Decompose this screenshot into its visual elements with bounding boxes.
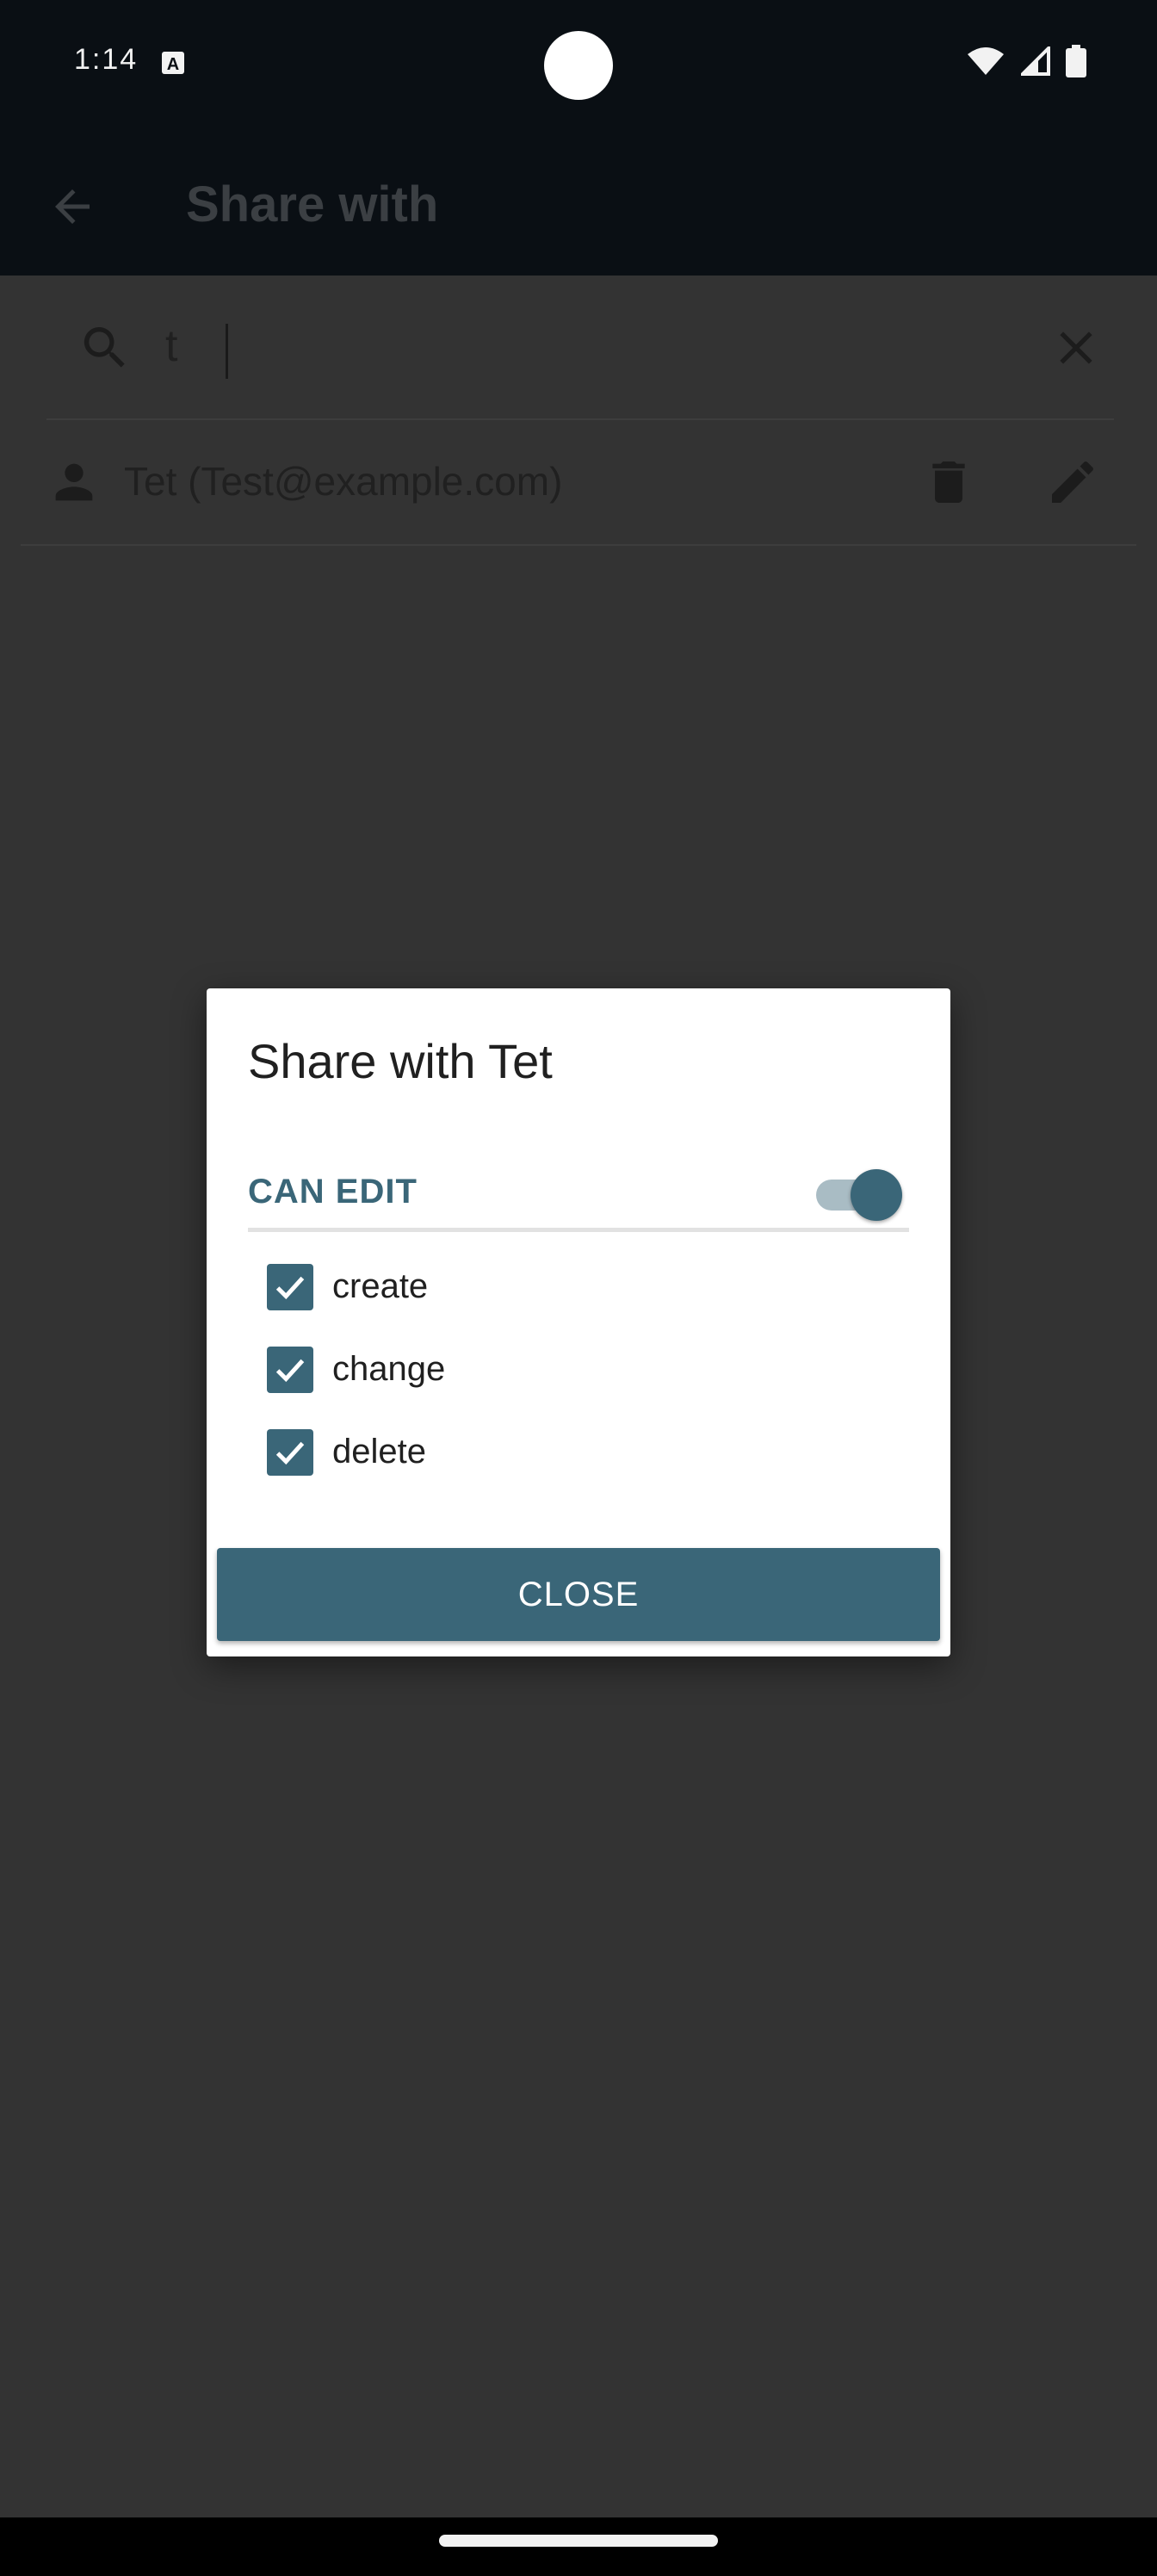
search-bar[interactable]: t	[46, 276, 1114, 420]
dialog-title: Share with Tet	[248, 1034, 553, 1088]
person-icon	[55, 463, 93, 501]
page-title: Share with	[186, 176, 439, 232]
can-edit-row: CAN EDIT	[248, 1167, 909, 1232]
can-edit-toggle[interactable]	[816, 1167, 902, 1223]
checkbox-checked-icon[interactable]	[267, 1264, 313, 1310]
status-bar: 1:14 A	[0, 0, 1157, 138]
text-caret	[226, 324, 228, 379]
permission-create[interactable]: create	[267, 1257, 783, 1317]
close-button[interactable]: CLOSE	[217, 1548, 940, 1641]
signal-icon	[1021, 46, 1050, 76]
svg-text:A: A	[167, 55, 179, 74]
home-gesture-handle[interactable]	[439, 2535, 718, 2547]
edit-icon[interactable]	[1045, 455, 1100, 510]
close-icon[interactable]	[1049, 320, 1104, 375]
arrow-left-icon[interactable]	[46, 181, 98, 232]
search-input[interactable]: t	[165, 320, 177, 372]
can-edit-label: CAN EDIT	[248, 1173, 418, 1211]
checkbox-checked-icon[interactable]	[267, 1429, 313, 1476]
toggle-thumb	[851, 1169, 902, 1221]
status-icons	[966, 45, 1086, 77]
permission-label: change	[332, 1350, 446, 1388]
permission-label: delete	[332, 1433, 426, 1471]
share-dialog: Share with Tet CAN EDIT create change de…	[207, 988, 950, 1656]
camera-cutout	[544, 31, 613, 100]
permission-delete[interactable]: delete	[267, 1422, 783, 1483]
share-list-item-label: Tet (Test@example.com)	[124, 459, 563, 504]
status-time: 1:14	[74, 43, 139, 76]
notification-a-icon: A	[162, 52, 184, 74]
permission-label: create	[332, 1267, 429, 1305]
navigation-bar	[0, 2517, 1157, 2576]
screen: 1:14 A Share with t Tet (Test@example.co…	[0, 0, 1157, 2576]
trash-icon[interactable]	[921, 455, 976, 510]
share-list-item[interactable]: Tet (Test@example.com)	[21, 420, 1136, 546]
wifi-icon	[968, 47, 1004, 75]
battery-icon	[1066, 45, 1086, 77]
app-bar: Share with	[0, 138, 1157, 276]
permission-change[interactable]: change	[267, 1340, 783, 1400]
checkbox-checked-icon[interactable]	[267, 1347, 313, 1393]
search-icon	[84, 327, 125, 368]
